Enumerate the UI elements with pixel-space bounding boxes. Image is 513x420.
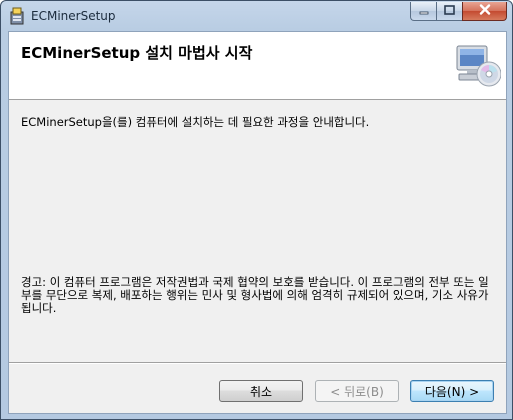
copyright-warning: 경고: 이 컴퓨터 프로그램은 저작권법과 국제 협약의 보호를 받습니다. 이…	[21, 275, 489, 315]
minimize-button[interactable]	[410, 2, 436, 21]
banner-title: ECMinerSetup 설치 마법사 시작	[21, 44, 253, 62]
minimize-icon	[419, 4, 429, 18]
title-bar[interactable]: ECMinerSetup	[1, 1, 512, 31]
intro-text: ECMinerSetup을(를) 컴퓨터에 설치하는 데 필요한 과정을 안내합…	[21, 115, 370, 129]
installer-icon[interactable]	[9, 7, 25, 25]
wizard-banner: ECMinerSetup 설치 마법사 시작	[9, 32, 506, 100]
window-title: ECMinerSetup	[31, 9, 116, 23]
next-button[interactable]: 다음(N) >	[410, 380, 494, 402]
maximize-button[interactable]	[436, 2, 462, 21]
close-icon	[479, 4, 491, 18]
maximize-icon	[444, 4, 455, 18]
installer-window: ECMinerSetup ECMinerSetup 설치 마법사 시작 ECMi…	[0, 0, 513, 420]
back-button[interactable]: < 뒤로(B)	[315, 380, 399, 402]
close-button[interactable]	[462, 2, 507, 21]
cancel-button[interactable]: 취소	[219, 380, 303, 402]
wizard-body: ECMinerSetup 설치 마법사 시작 ECMinerSetup을(를) …	[8, 31, 507, 414]
caption-buttons	[410, 2, 507, 21]
computer-cd-icon	[455, 44, 502, 88]
button-divider	[9, 362, 506, 364]
